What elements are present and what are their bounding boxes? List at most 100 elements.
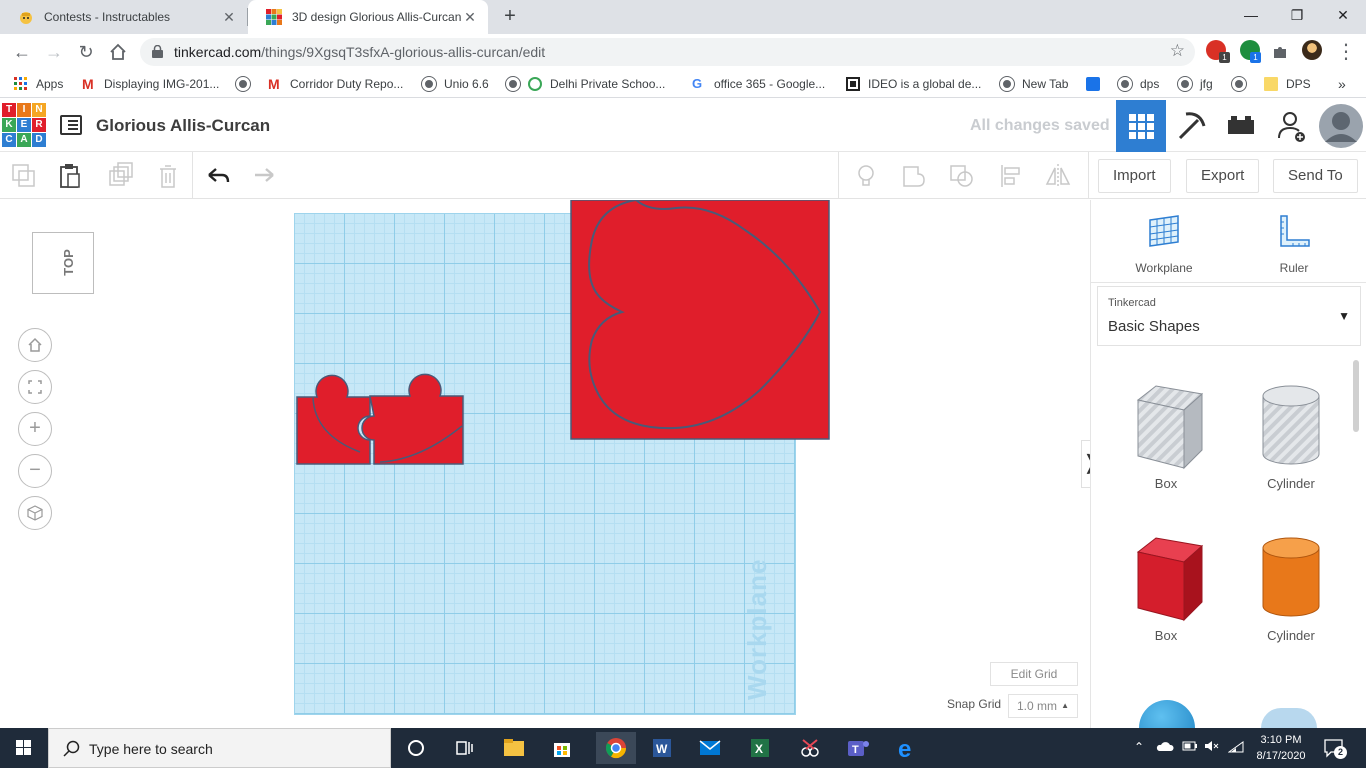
- shape-label: Box: [1154, 628, 1178, 643]
- globe-icon: [422, 77, 436, 91]
- bookmarks-overflow-button[interactable]: »: [1338, 75, 1346, 93]
- volume-mute-icon[interactable]: [1204, 740, 1220, 755]
- taskbar-search[interactable]: Type here to search: [48, 728, 391, 768]
- minimize-button[interactable]: —: [1228, 0, 1274, 32]
- word-icon[interactable]: W: [646, 732, 678, 764]
- chevron-up-icon[interactable]: ⌃: [1134, 740, 1144, 754]
- shape-cylinder-hole[interactable]: Cylinder: [1241, 382, 1341, 491]
- sphere-shape-icon[interactable]: [1139, 700, 1195, 728]
- bookmark-globe[interactable]: [1232, 75, 1254, 93]
- copy-icon[interactable]: [10, 162, 38, 190]
- workplane-icon: [1149, 215, 1179, 247]
- bookmark-arrow[interactable]: [1086, 75, 1108, 93]
- bookmark-unio[interactable]: Unio 6.6: [422, 75, 489, 93]
- profile-avatar[interactable]: [1302, 40, 1322, 60]
- 3d-view-button[interactable]: [1116, 100, 1166, 152]
- scribble-shape-icon[interactable]: [1261, 708, 1317, 728]
- puzzle-piece-right-shape[interactable]: [361, 373, 464, 465]
- new-tab-button[interactable]: +: [498, 5, 522, 29]
- menu-dots-icon[interactable]: ⋮: [1334, 40, 1358, 64]
- cortana-icon[interactable]: [400, 732, 432, 764]
- bookmark-delhi-private[interactable]: Delhi Private Schoo...: [506, 75, 665, 93]
- task-view-icon[interactable]: [448, 732, 480, 764]
- snip-icon[interactable]: [794, 732, 826, 764]
- undo-icon[interactable]: [204, 162, 232, 190]
- bookmark-label: Unio 6.6: [444, 77, 489, 91]
- redo-icon[interactable]: [250, 162, 278, 190]
- heart-box-shape[interactable]: [570, 200, 830, 440]
- design-list-icon[interactable]: [60, 115, 82, 135]
- align-icon[interactable]: [998, 162, 1026, 190]
- logo-letter: I: [17, 103, 31, 117]
- tab-tinkercad[interactable]: 3D design Glorious Allis-Curcan | ✕: [248, 0, 488, 34]
- cylinder-orange-icon: [1262, 537, 1320, 617]
- shape-box-hole[interactable]: Box: [1116, 382, 1216, 491]
- bookmark-corridor-duty[interactable]: M Corridor Duty Repo...: [268, 75, 403, 93]
- bookmark-jfg[interactable]: jfg: [1178, 75, 1213, 93]
- teams-icon[interactable]: T: [842, 732, 874, 764]
- snap-grid-select[interactable]: 1.0 mm ▲: [1008, 694, 1078, 718]
- store-icon[interactable]: [546, 732, 578, 764]
- mail-icon[interactable]: [694, 732, 726, 764]
- lightbulb-icon[interactable]: [852, 162, 880, 190]
- file-explorer-icon[interactable]: [498, 732, 530, 764]
- bookmark-new-tab[interactable]: New Tab: [1000, 75, 1068, 93]
- bookmark-office365[interactable]: G office 365 - Google...: [692, 75, 825, 93]
- chrome-taskbar-icon[interactable]: [596, 732, 636, 764]
- bookmark-ideo[interactable]: IDEO is a global de...: [846, 75, 981, 93]
- paste-icon[interactable]: [56, 162, 84, 190]
- bookmark-apps[interactable]: Apps: [14, 75, 63, 93]
- ruler-tool[interactable]: Ruler: [1249, 212, 1339, 275]
- bookmark-star-icon[interactable]: ☆: [1170, 41, 1185, 61]
- start-button[interactable]: [0, 728, 48, 768]
- send-to-button[interactable]: Send To: [1273, 159, 1358, 193]
- shape-library-dropdown[interactable]: Tinkercad Basic Shapes ▼: [1097, 286, 1361, 346]
- excel-icon[interactable]: X: [744, 732, 776, 764]
- panel-scrollbar[interactable]: [1353, 360, 1359, 432]
- bricks-button[interactable]: [1216, 100, 1266, 152]
- tab-instructables[interactable]: Contests - Instructables ✕: [0, 0, 247, 34]
- close-tab-icon[interactable]: ✕: [221, 9, 237, 26]
- shape-box[interactable]: Box: [1116, 534, 1216, 643]
- mirror-icon[interactable]: [1044, 162, 1072, 190]
- puzzle-piece-left-shape[interactable]: [296, 374, 371, 465]
- workspace-canvas[interactable]: TOP + − Workplane Edit Grid Snap Grid 1.…: [0, 200, 1090, 728]
- shape-cylinder[interactable]: Cylinder: [1241, 534, 1341, 643]
- close-window-button[interactable]: ✕: [1320, 0, 1366, 32]
- back-arrow-icon[interactable]: ←: [10, 40, 34, 64]
- onedrive-icon[interactable]: [1156, 740, 1174, 755]
- blocks-button[interactable]: [1166, 100, 1216, 152]
- ungroup-icon[interactable]: [948, 162, 976, 190]
- maximize-button[interactable]: ❐: [1274, 0, 1320, 32]
- collapse-panel-button[interactable]: ❭: [1081, 440, 1090, 488]
- delete-icon[interactable]: [154, 162, 182, 190]
- close-tab-icon[interactable]: ✕: [462, 9, 478, 26]
- bookmark-globe[interactable]: [236, 75, 258, 93]
- bookmark-displaying-img[interactable]: M Displaying IMG-201...: [82, 75, 219, 93]
- taskbar-clock[interactable]: 3:10 PM 8/17/2020: [1256, 732, 1306, 764]
- workplane-tool[interactable]: Workplane: [1119, 212, 1209, 275]
- reload-icon[interactable]: ↻: [74, 40, 98, 64]
- bookmark-dps[interactable]: dps: [1118, 75, 1159, 93]
- action-center-button[interactable]: 2: [1322, 736, 1347, 763]
- extensions-puzzle-icon[interactable]: [1268, 40, 1292, 64]
- bookmark-dps-folder[interactable]: DPS: [1264, 75, 1311, 93]
- edge-icon[interactable]: e: [892, 732, 924, 764]
- home-icon[interactable]: [106, 40, 130, 64]
- add-user-button[interactable]: [1266, 100, 1316, 152]
- user-avatar[interactable]: [1316, 100, 1366, 152]
- tinkercad-logo[interactable]: T I N K E R C A D: [2, 103, 46, 149]
- box-red-icon: [1136, 537, 1204, 622]
- group-icon[interactable]: [900, 162, 928, 190]
- workplane-tool-label: Workplane: [1135, 261, 1193, 275]
- duplicate-icon[interactable]: [106, 162, 134, 190]
- import-button[interactable]: Import: [1098, 159, 1171, 193]
- wifi-icon[interactable]: [1227, 740, 1244, 757]
- export-button[interactable]: Export: [1186, 159, 1260, 193]
- library-name: Basic Shapes: [1108, 318, 1200, 335]
- address-bar[interactable]: tinkercad.com/things/9XgsqT3sfxA-gloriou…: [140, 38, 1195, 66]
- edit-grid-button[interactable]: Edit Grid: [990, 662, 1078, 686]
- battery-icon[interactable]: [1182, 740, 1198, 755]
- design-title[interactable]: Glorious Allis-Curcan: [96, 116, 270, 136]
- forward-arrow-icon[interactable]: →: [42, 40, 66, 64]
